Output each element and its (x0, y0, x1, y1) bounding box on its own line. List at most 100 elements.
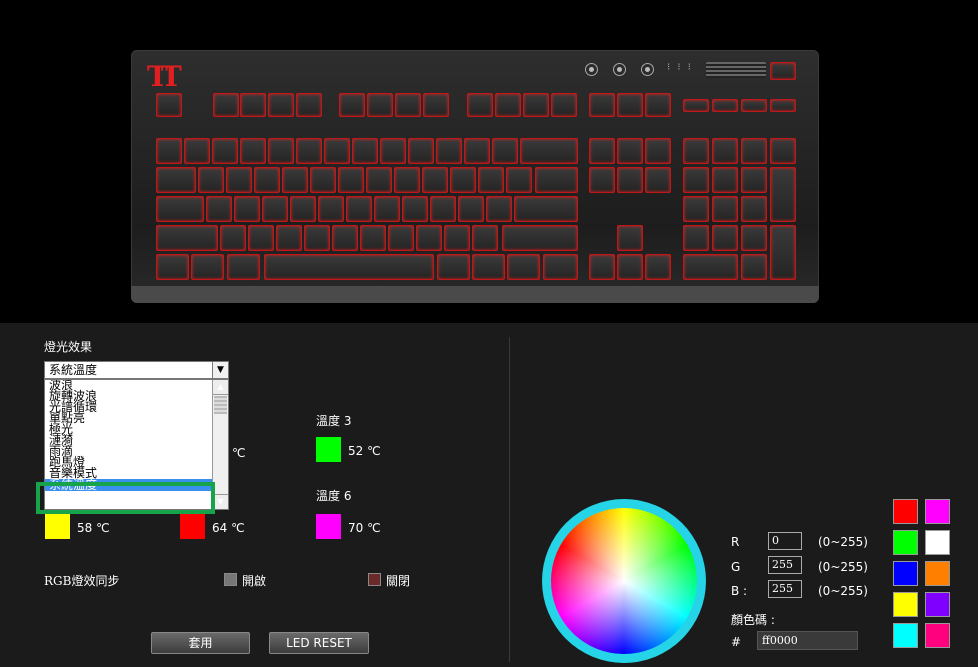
keyboard-key[interactable] (450, 167, 476, 193)
scroll-thumb[interactable] (214, 396, 227, 414)
keyboard-key[interactable] (248, 225, 274, 251)
palette-swatch[interactable] (925, 530, 950, 555)
keyboard-key[interactable] (712, 196, 738, 222)
keyboard-key[interactable] (770, 138, 796, 164)
keyboard-key[interactable] (523, 93, 549, 117)
keyboard-key[interactable] (617, 138, 643, 164)
keyboard-key[interactable] (296, 138, 322, 164)
keyboard-key[interactable] (683, 196, 709, 222)
rgb-sync-off-radio[interactable] (368, 573, 381, 586)
hex-color-input[interactable]: ff0000 (757, 631, 858, 650)
palette-swatch[interactable] (925, 561, 950, 586)
keyboard-key[interactable] (324, 138, 350, 164)
palette-swatch[interactable] (925, 592, 950, 617)
keyboard-key[interactable] (212, 138, 238, 164)
keyboard-key[interactable] (683, 225, 709, 251)
keyboard-key[interactable] (472, 254, 505, 280)
keyboard-key[interactable] (264, 254, 434, 280)
keyboard-key[interactable] (402, 196, 428, 222)
keyboard-key[interactable] (338, 167, 364, 193)
keyboard-key[interactable] (551, 93, 577, 117)
chevron-down-icon[interactable]: ▼ (212, 362, 228, 378)
keyboard-key[interactable] (276, 225, 302, 251)
keyboard-key[interactable] (589, 93, 615, 117)
keyboard-key[interactable] (234, 196, 260, 222)
keyboard-key[interactable] (683, 99, 709, 112)
keyboard-key[interactable] (310, 167, 336, 193)
keyboard-key[interactable] (254, 167, 280, 193)
keyboard-key[interactable] (478, 167, 504, 193)
rgb-sync-on-radio[interactable] (224, 573, 237, 586)
keyboard-key[interactable] (617, 225, 643, 251)
keyboard-key[interactable] (296, 93, 322, 117)
keyboard-key[interactable] (467, 93, 493, 117)
keyboard-key[interactable] (464, 138, 490, 164)
keyboard-key[interactable] (458, 196, 484, 222)
keyboard-key[interactable] (617, 93, 643, 117)
keyboard-key[interactable] (388, 225, 414, 251)
keyboard-key[interactable] (437, 254, 470, 280)
keyboard-key[interactable] (712, 138, 738, 164)
keyboard-key[interactable] (741, 254, 767, 280)
keyboard-key[interactable] (408, 138, 434, 164)
keyboard-key[interactable] (770, 99, 796, 112)
keyboard-key[interactable] (492, 138, 518, 164)
keyboard-key[interactable] (514, 196, 578, 222)
keyboard-key[interactable] (240, 138, 266, 164)
keyboard-key[interactable] (156, 254, 189, 280)
keyboard-key[interactable] (712, 99, 738, 112)
keyboard-key[interactable] (589, 254, 615, 280)
keyboard-key[interactable] (589, 138, 615, 164)
keyboard-key[interactable] (220, 225, 246, 251)
keyboard-key[interactable] (770, 62, 796, 80)
keyboard-key[interactable] (683, 254, 738, 280)
keyboard-key[interactable] (617, 167, 643, 193)
keyboard-key[interactable] (227, 254, 260, 280)
keyboard-key[interactable] (502, 225, 578, 251)
keyboard-key[interactable] (184, 138, 210, 164)
keyboard-key[interactable] (422, 167, 448, 193)
keyboard-key[interactable] (206, 196, 232, 222)
keyboard-key[interactable] (332, 225, 358, 251)
keyboard-key[interactable] (741, 99, 767, 112)
keyboard-key[interactable] (486, 196, 512, 222)
keyboard-key[interactable] (506, 167, 532, 193)
keyboard-key[interactable] (240, 93, 266, 117)
keyboard-key[interactable] (366, 167, 392, 193)
led-reset-button[interactable]: LED RESET (269, 632, 369, 654)
palette-swatch[interactable] (893, 561, 918, 586)
keyboard-key[interactable] (770, 167, 796, 222)
temp4-color-swatch[interactable] (45, 514, 70, 539)
keyboard-key[interactable] (395, 93, 421, 117)
temp3-color-swatch[interactable] (316, 437, 341, 462)
keyboard-key[interactable] (360, 225, 386, 251)
keyboard-key[interactable] (430, 196, 456, 222)
keyboard-key[interactable] (394, 167, 420, 193)
keyboard-key[interactable] (712, 167, 738, 193)
apply-button[interactable]: 套用 (151, 632, 250, 654)
palette-swatch[interactable] (925, 623, 950, 648)
keyboard-key[interactable] (741, 138, 767, 164)
keyboard-key[interactable] (617, 254, 643, 280)
keyboard-key[interactable] (318, 196, 344, 222)
temp5-color-swatch[interactable] (180, 514, 205, 539)
b-input[interactable]: 255 (768, 580, 802, 598)
keyboard-key[interactable] (683, 167, 709, 193)
keyboard-key[interactable] (374, 196, 400, 222)
keyboard-key[interactable] (262, 196, 288, 222)
keyboard-key[interactable] (712, 225, 738, 251)
r-input[interactable]: 0 (768, 532, 802, 550)
keyboard-key[interactable] (213, 93, 239, 117)
keyboard-key[interactable] (645, 138, 671, 164)
keyboard-key[interactable] (367, 93, 393, 117)
scroll-up-icon[interactable]: ▲ (213, 380, 228, 395)
keyboard-key[interactable] (416, 225, 442, 251)
keyboard-key[interactable] (156, 167, 196, 193)
keyboard-key[interactable] (191, 254, 224, 280)
keyboard-key[interactable] (645, 93, 671, 117)
keyboard-key[interactable] (156, 93, 182, 117)
keyboard-key[interactable] (423, 93, 449, 117)
keyboard-key[interactable] (198, 167, 224, 193)
keyboard-key[interactable] (268, 93, 294, 117)
temp6-color-swatch[interactable] (316, 514, 341, 539)
